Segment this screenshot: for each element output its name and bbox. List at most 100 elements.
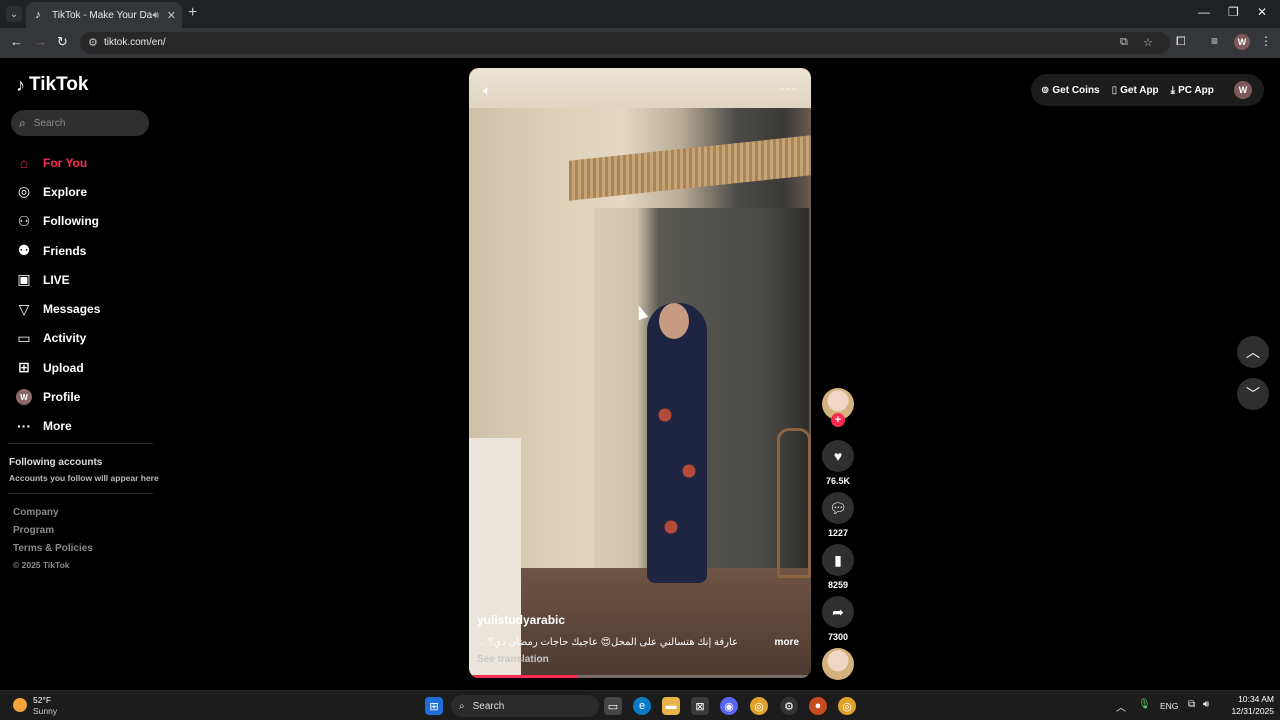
sidebar-item-label: Explore (43, 184, 88, 199)
volume-icon[interactable]: 🔈︎ (483, 82, 491, 99)
back-arrow-icon[interactable]: ← (10, 34, 23, 49)
app-icon[interactable]: ⚙︎ (780, 697, 798, 715)
windows-start-icon[interactable]: ⊞ (425, 697, 443, 715)
media-control-icon[interactable]: ≡ (1211, 34, 1218, 48)
new-tab-plus-icon[interactable]: + (188, 5, 197, 21)
taskbar-search[interactable]: ⌕ Search (451, 695, 599, 717)
sidebar-item-explore[interactable]: ◎ Explore (16, 177, 100, 206)
tray-chevron-up-icon[interactable]: ︿ (1116, 699, 1126, 714)
video-author[interactable]: yulistudyarabic (477, 613, 565, 627)
footer-link-terms[interactable]: Terms & Policies (13, 543, 93, 561)
sidebar-item-more[interactable]: ··· More (16, 412, 100, 441)
sidebar-search[interactable]: ⌕ (11, 110, 149, 136)
get-coins-label: Get Coins (1052, 84, 1100, 96)
address-url: tiktok.com/en/ (104, 37, 166, 48)
video-progress-fill (469, 675, 579, 678)
browser-profile-avatar[interactable]: W (1234, 34, 1250, 50)
file-explorer-icon[interactable]: ▬ (662, 697, 680, 715)
tiktok-logo[interactable]: ♪ TikTok (16, 74, 88, 96)
tab-list-chevron-icon[interactable]: ⌄ (6, 6, 22, 22)
chrome-icon[interactable]: ◎ (750, 697, 768, 715)
next-video-button[interactable]: ﹀ (1237, 378, 1269, 410)
window-close-icon[interactable]: ✕ (1257, 5, 1267, 19)
inbox-icon: ▭ (17, 329, 31, 346)
language-indicator[interactable]: ENG (1160, 701, 1178, 711)
address-bar[interactable]: ⚙︎ tiktok.com/en/ ⧉ ☆ (80, 32, 1170, 54)
share-button[interactable]: ➦ (822, 596, 854, 628)
restore-icon[interactable]: ❐ (1228, 5, 1239, 19)
like-count: 76.5K (825, 476, 851, 486)
weather-temp[interactable]: 52°F (33, 695, 51, 705)
comment-button[interactable]: 💬︎ (822, 492, 854, 524)
save-count: 8259 (827, 580, 849, 590)
tab-audio-icon[interactable]: 🔊︎ (152, 10, 158, 21)
minimize-icon[interactable]: — (1198, 5, 1210, 19)
get-app-label: Get App (1120, 84, 1159, 96)
mic-icon[interactable]: 🎙︎ (1138, 699, 1151, 710)
video-progress-bar[interactable] (469, 675, 811, 678)
sun-icon[interactable] (13, 698, 27, 712)
store-icon[interactable]: ⊠ (691, 697, 709, 715)
search-input[interactable] (33, 117, 134, 129)
sidebar-item-label: Following (43, 214, 99, 229)
download-icon: ⤓ (1170, 84, 1176, 96)
reload-icon[interactable]: ↻ (57, 34, 68, 50)
coin-icon: ⊚ (1041, 84, 1050, 96)
bookmark-icon: ▮ (834, 551, 842, 568)
previous-video-button[interactable]: ︿ (1237, 336, 1269, 368)
microphone-app-icon[interactable]: ● (809, 697, 827, 715)
sidebar-item-label: For You (43, 155, 88, 170)
browser-tab-bar: ⌄ ♪ TikTok - Make Your Day 🔊︎ ✕ + — ❐ ✕ (0, 0, 1280, 28)
site-info-icon[interactable]: ⚙︎ (88, 36, 98, 49)
sidebar-divider (8, 493, 153, 494)
avatar[interactable]: W (1234, 81, 1252, 99)
follow-plus-icon[interactable]: + (831, 413, 845, 427)
video-frame-person (647, 303, 707, 583)
clock-date[interactable]: 12/31/2025 (1222, 706, 1274, 716)
following-accounts-title: Following accounts (9, 457, 103, 468)
browser-menu-icon[interactable]: ⋮ (1260, 34, 1272, 48)
sidebar-item-following[interactable]: ⚇ Following (16, 207, 100, 236)
tab-close-icon[interactable]: ✕ (167, 9, 176, 22)
extensions-puzzle-icon[interactable]: ⧠ (1176, 34, 1186, 49)
get-app-button[interactable]: ▯ Get App (1112, 85, 1159, 96)
get-coins-button[interactable]: ⊚ Get Coins (1041, 85, 1100, 96)
sidebar-item-upload[interactable]: ⊞ Upload (16, 353, 100, 382)
sidebar-item-live[interactable]: ▣ LIVE (16, 265, 100, 294)
save-button[interactable]: ▮ (822, 544, 854, 576)
forward-arrow-icon[interactable]: → (34, 34, 47, 49)
discord-icon[interactable]: ◉ (720, 697, 738, 715)
sidebar-item-friends[interactable]: ⚉ Friends (16, 236, 100, 265)
chrome-profile-icon[interactable]: ◎ (838, 697, 856, 715)
clock-time[interactable]: 10:34 AM (1228, 694, 1274, 704)
taskbar: 52°F Sunny ⊞ ⌕ Search ▭ e ▬ ⊠ ◉ ◎ ⚙︎ ● ◎… (0, 690, 1280, 720)
sound-disc-avatar[interactable] (822, 648, 854, 680)
top-right-actions: ⊚ Get Coins ▯ Get App ⤓ PC App W (1031, 74, 1264, 106)
see-translation-button[interactable]: See translation (477, 654, 549, 665)
sidebar-item-activity[interactable]: ▭ Activity (16, 324, 100, 353)
comment-count: 1227 (827, 528, 849, 538)
video-frame-blind (569, 135, 811, 201)
caption-more-button[interactable]: more (775, 637, 799, 648)
phone-icon: ▯ (1111, 84, 1118, 96)
install-app-icon[interactable]: ⧉ (1120, 36, 1128, 49)
network-icon[interactable]: ⧉ (1188, 699, 1195, 710)
sidebar-item-profile[interactable]: W Profile (16, 382, 100, 411)
task-view-icon[interactable]: ▭ (604, 697, 622, 715)
footer-link-company[interactable]: Company (13, 507, 93, 525)
pc-app-label: PC App (1178, 84, 1214, 96)
video-more-options-icon[interactable]: ··· (780, 80, 797, 96)
weather-desc[interactable]: Sunny (33, 706, 57, 716)
video-player[interactable]: 🔈︎ ··· yulistudyarabic عارفة إنك هتسألني… (469, 68, 811, 678)
bookmark-star-icon[interactable]: ☆ (1143, 36, 1153, 49)
pc-app-button[interactable]: ⤓ PC App (1171, 85, 1214, 96)
sidebar-item-messages[interactable]: ▽ Messages (16, 294, 101, 323)
sidebar-item-for-you[interactable]: ⌂ For You (16, 148, 100, 177)
tiktok-page: ♪ TikTok ⌕ ⌂ For You ◎ Explore ⚇ Followi… (0, 58, 1280, 690)
speaker-icon[interactable]: 🔊︎ (1203, 699, 1209, 710)
browser-tab[interactable]: ♪ TikTok - Make Your Day 🔊︎ ✕ (26, 2, 182, 28)
like-button[interactable]: ♥ (822, 440, 854, 472)
footer-link-program[interactable]: Program (13, 525, 93, 543)
avatar: W (16, 389, 32, 406)
edge-icon[interactable]: e (633, 697, 651, 715)
